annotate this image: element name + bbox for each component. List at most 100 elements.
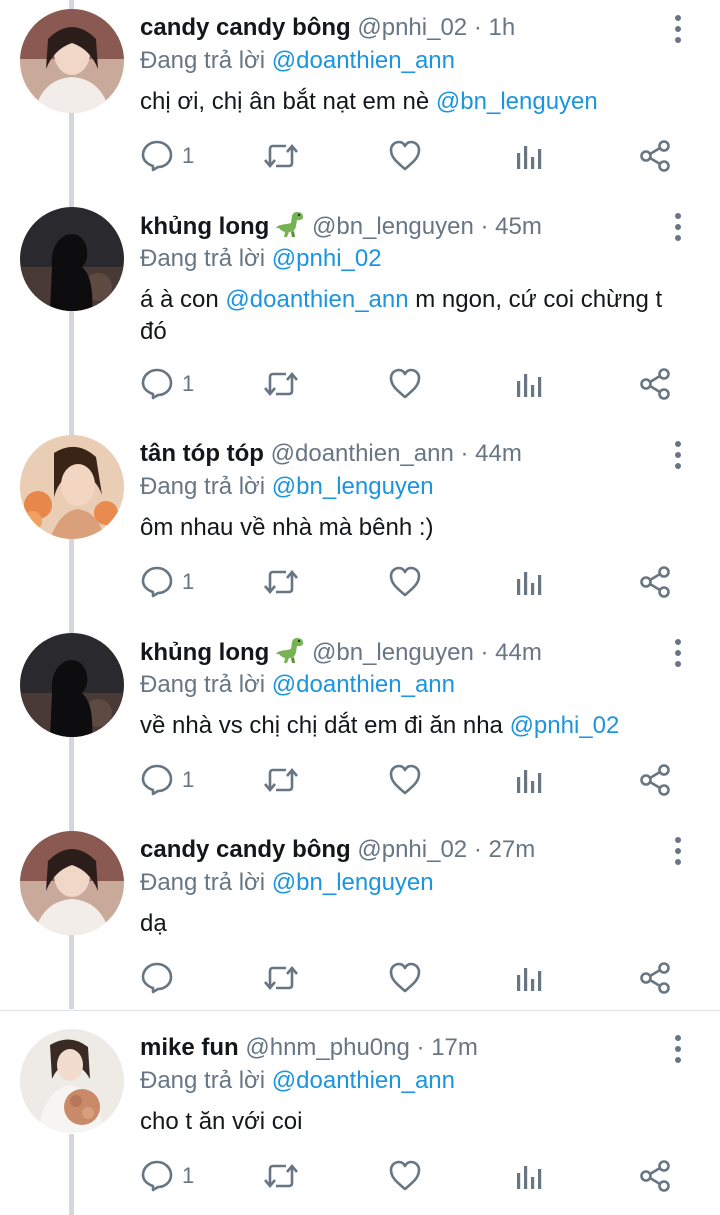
dot-separator: · xyxy=(460,440,469,467)
mention-link[interactable]: @bn_lenguyen xyxy=(272,473,434,500)
like-button[interactable] xyxy=(388,1158,422,1194)
more-vertical-icon[interactable] xyxy=(666,212,690,242)
like-button[interactable] xyxy=(388,564,422,600)
timestamp[interactable]: 27m xyxy=(489,836,536,863)
reply-button[interactable]: 1 xyxy=(140,1158,194,1194)
share-button[interactable] xyxy=(638,960,672,996)
more-vertical-icon[interactable] xyxy=(666,440,690,470)
tweet[interactable]: candy candy bông @pnhi_02 · 27m Đang trả… xyxy=(0,822,720,1010)
like-button[interactable] xyxy=(388,138,422,174)
tweet-text: dạ xyxy=(140,908,685,940)
heart-icon xyxy=(388,367,422,401)
display-name[interactable]: candy candy bông xyxy=(140,836,351,863)
retweet-icon xyxy=(262,139,300,173)
like-button[interactable] xyxy=(388,960,422,996)
like-button[interactable] xyxy=(388,762,422,798)
stats-button[interactable] xyxy=(514,366,544,402)
more-vertical-icon[interactable] xyxy=(666,1034,690,1064)
tweet[interactable]: khủng long @bn_lenguyen · 45m Đang trả l… xyxy=(0,198,720,426)
mention-link[interactable]: @doanthien_ann xyxy=(272,1067,455,1094)
stats-button[interactable] xyxy=(514,1158,544,1194)
reply-icon xyxy=(140,367,174,401)
tweet[interactable]: candy candy bông @pnhi_02 · 1h Đang trả … xyxy=(0,0,720,198)
reply-button[interactable]: 1 xyxy=(140,762,194,798)
reply-button[interactable]: 1 xyxy=(140,366,194,402)
reply-count: 1 xyxy=(182,143,195,168)
handle[interactable]: @pnhi_02 xyxy=(357,836,467,863)
handle[interactable]: @bn_lenguyen xyxy=(312,639,474,666)
reply-button[interactable] xyxy=(140,960,182,996)
timestamp[interactable]: 45m xyxy=(495,213,542,240)
mention-link[interactable]: @bn_lenguyen xyxy=(272,869,434,896)
tweet-text: cho t ăn với coi xyxy=(140,1106,685,1138)
tweet-text: chị ơi, chị ân bắt nạt em nè @bn_lenguye… xyxy=(140,86,685,118)
avatar[interactable] xyxy=(20,633,124,737)
heart-icon xyxy=(388,1159,422,1193)
replying-label: Đang trả lời xyxy=(140,47,266,74)
mention-link[interactable]: @pnhi_02 xyxy=(272,245,382,272)
handle[interactable]: @bn_lenguyen xyxy=(312,213,474,240)
reply-button[interactable]: 1 xyxy=(140,564,194,600)
text-segment: về nhà vs chị chị dắt em đi ăn nha xyxy=(140,712,510,739)
mention-link[interactable]: @doanthien_ann xyxy=(272,47,455,74)
tweet[interactable]: mike fun @hnm_phu0ng · 17m Đang trả lời … xyxy=(0,1020,720,1215)
retweet-button[interactable] xyxy=(262,138,300,174)
replying-label: Đang trả lời xyxy=(140,1067,266,1094)
display-name[interactable]: candy candy bông xyxy=(140,14,351,41)
mention-link[interactable]: @doanthien_ann xyxy=(225,286,408,313)
share-icon xyxy=(638,565,672,599)
handle[interactable]: @pnhi_02 xyxy=(357,14,467,41)
timestamp[interactable]: 44m xyxy=(495,639,542,666)
heart-icon xyxy=(388,961,422,995)
replying-to: Đang trả lời @doanthien_ann xyxy=(140,46,455,76)
tweet[interactable]: khủng long @bn_lenguyen · 44m Đang trả l… xyxy=(0,624,720,822)
timestamp[interactable]: 1h xyxy=(489,14,516,41)
replying-label: Đang trả lời xyxy=(140,245,266,272)
mention-link[interactable]: @bn_lenguyen xyxy=(436,88,598,115)
avatar[interactable] xyxy=(20,831,124,935)
more-vertical-icon[interactable] xyxy=(666,638,690,668)
share-button[interactable] xyxy=(638,138,672,174)
avatar[interactable] xyxy=(20,9,124,113)
retweet-button[interactable] xyxy=(262,1158,300,1194)
avatar[interactable] xyxy=(20,207,124,311)
stats-button[interactable] xyxy=(514,138,544,174)
avatar[interactable] xyxy=(20,1029,124,1133)
display-name[interactable]: tân tóp tóp xyxy=(140,440,264,467)
action-bar: 1 xyxy=(0,1158,720,1198)
display-name[interactable]: khủng long xyxy=(140,213,269,240)
timestamp[interactable]: 44m xyxy=(475,440,522,467)
replying-to: Đang trả lời @doanthien_ann xyxy=(140,670,455,700)
more-vertical-icon[interactable] xyxy=(666,836,690,866)
retweet-button[interactable] xyxy=(262,366,300,402)
retweet-button[interactable] xyxy=(262,762,300,798)
share-button[interactable] xyxy=(638,366,672,402)
retweet-button[interactable] xyxy=(262,564,300,600)
text-segment: ôm nhau về nhà mà bênh :) xyxy=(140,514,434,541)
share-icon xyxy=(638,763,672,797)
mention-link[interactable]: @pnhi_02 xyxy=(510,712,620,739)
divider xyxy=(0,1010,720,1011)
tweet-header: candy candy bông @pnhi_02 · 27m xyxy=(140,834,660,866)
handle[interactable]: @hnm_phu0ng xyxy=(245,1034,409,1061)
stats-button[interactable] xyxy=(514,960,544,996)
display-name[interactable]: mike fun xyxy=(140,1034,239,1061)
more-vertical-icon[interactable] xyxy=(666,14,690,44)
stats-button[interactable] xyxy=(514,564,544,600)
avatar[interactable] xyxy=(20,435,124,539)
like-button[interactable] xyxy=(388,366,422,402)
display-name[interactable]: khủng long xyxy=(140,639,269,666)
share-button[interactable] xyxy=(638,762,672,798)
stats-button[interactable] xyxy=(514,762,544,798)
handle[interactable]: @doanthien_ann xyxy=(271,440,454,467)
retweet-icon xyxy=(262,565,300,599)
tweet[interactable]: tân tóp tóp @doanthien_ann · 44m Đang tr… xyxy=(0,426,720,624)
share-button[interactable] xyxy=(638,564,672,600)
retweet-button[interactable] xyxy=(262,960,300,996)
reply-button[interactable]: 1 xyxy=(140,138,194,174)
mention-link[interactable]: @doanthien_ann xyxy=(272,671,455,698)
text-segment: chị ơi, chị ân bắt nạt em nè xyxy=(140,88,436,115)
timestamp[interactable]: 17m xyxy=(431,1034,478,1061)
share-icon xyxy=(638,367,672,401)
share-button[interactable] xyxy=(638,1158,672,1194)
